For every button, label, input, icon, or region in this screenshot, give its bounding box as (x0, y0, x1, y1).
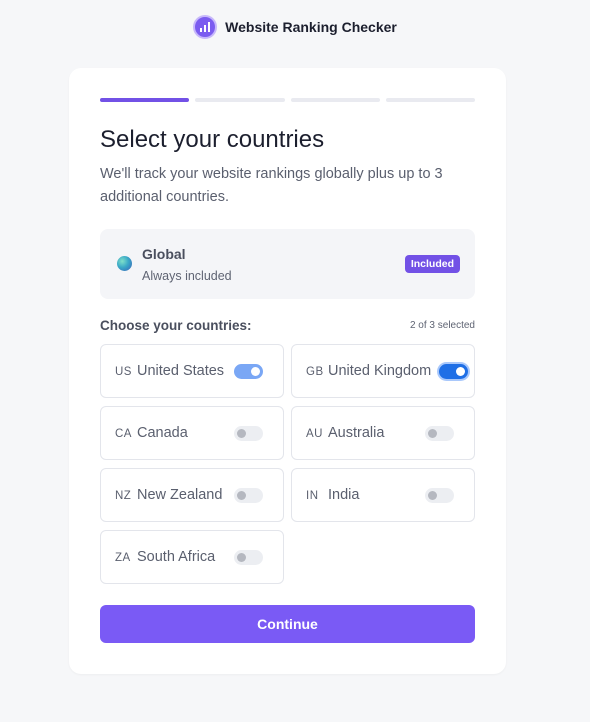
country-option-us[interactable]: US United States (100, 344, 284, 398)
country-option-in[interactable]: IN India (291, 468, 475, 522)
country-name: Canada (137, 425, 188, 441)
step-progress (100, 98, 475, 102)
country-name: United States (137, 363, 225, 379)
progress-step-2 (195, 98, 285, 102)
country-option-gb[interactable]: GB United Kingdom (291, 344, 475, 398)
progress-step-4 (385, 98, 475, 102)
country-option-za[interactable]: ZA South Africa (100, 530, 284, 584)
country-name: New Zealand (137, 487, 223, 503)
country-code: GB (306, 366, 324, 378)
country-option-ca[interactable]: CA Canada (100, 406, 284, 460)
country-code: ZA (115, 552, 131, 564)
included-badge: Included (404, 255, 460, 273)
country-name: South Africa (137, 549, 216, 565)
toggle-knob (237, 429, 246, 438)
global-subtitle: Always included (142, 269, 232, 283)
country-code: IN (306, 490, 319, 502)
country-grid: US United States GB United Kingdom CA Ca… (100, 344, 475, 584)
page-title: Select your countries (100, 126, 325, 153)
country-name: United Kingdom (328, 363, 432, 379)
country-toggle-gb[interactable] (439, 364, 468, 379)
country-code: US (115, 366, 132, 378)
country-option-nz[interactable]: NZ New Zealand (100, 468, 284, 522)
country-toggle-ca[interactable] (234, 426, 263, 441)
country-code: CA (115, 428, 132, 440)
continue-button[interactable]: Continue (100, 605, 475, 643)
country-toggle-us[interactable] (234, 364, 263, 379)
country-selection-card: Select your countries We'll track your w… (69, 68, 506, 674)
country-toggle-za[interactable] (234, 550, 263, 565)
toggle-knob (456, 367, 465, 376)
country-code: NZ (115, 490, 132, 502)
page-subtitle: We'll track your website rankings global… (100, 166, 443, 205)
country-name: India (328, 487, 360, 503)
global-title: Global (142, 246, 186, 262)
bar-chart-logo-icon (193, 15, 218, 39)
toggle-knob (251, 367, 260, 376)
progress-step-3 (290, 98, 380, 102)
country-toggle-nz[interactable] (234, 488, 263, 503)
country-toggle-au[interactable] (425, 426, 454, 441)
choose-countries-label: Choose your countries: (100, 318, 252, 333)
selected-count: 2 of 3 selected (409, 320, 475, 331)
globe-icon (117, 256, 132, 271)
global-option: Global Always included Included (100, 229, 475, 299)
app-name: Website Ranking Checker (225, 19, 397, 35)
brand-header: Website Ranking Checker (0, 15, 590, 39)
toggle-knob (428, 491, 437, 500)
toggle-knob (237, 491, 246, 500)
toggle-knob (237, 553, 246, 562)
country-code: AU (306, 428, 323, 440)
toggle-knob (428, 429, 437, 438)
country-name: Australia (328, 425, 385, 441)
country-toggle-in[interactable] (425, 488, 454, 503)
progress-step-1 (100, 98, 190, 102)
country-option-au[interactable]: AU Australia (291, 406, 475, 460)
